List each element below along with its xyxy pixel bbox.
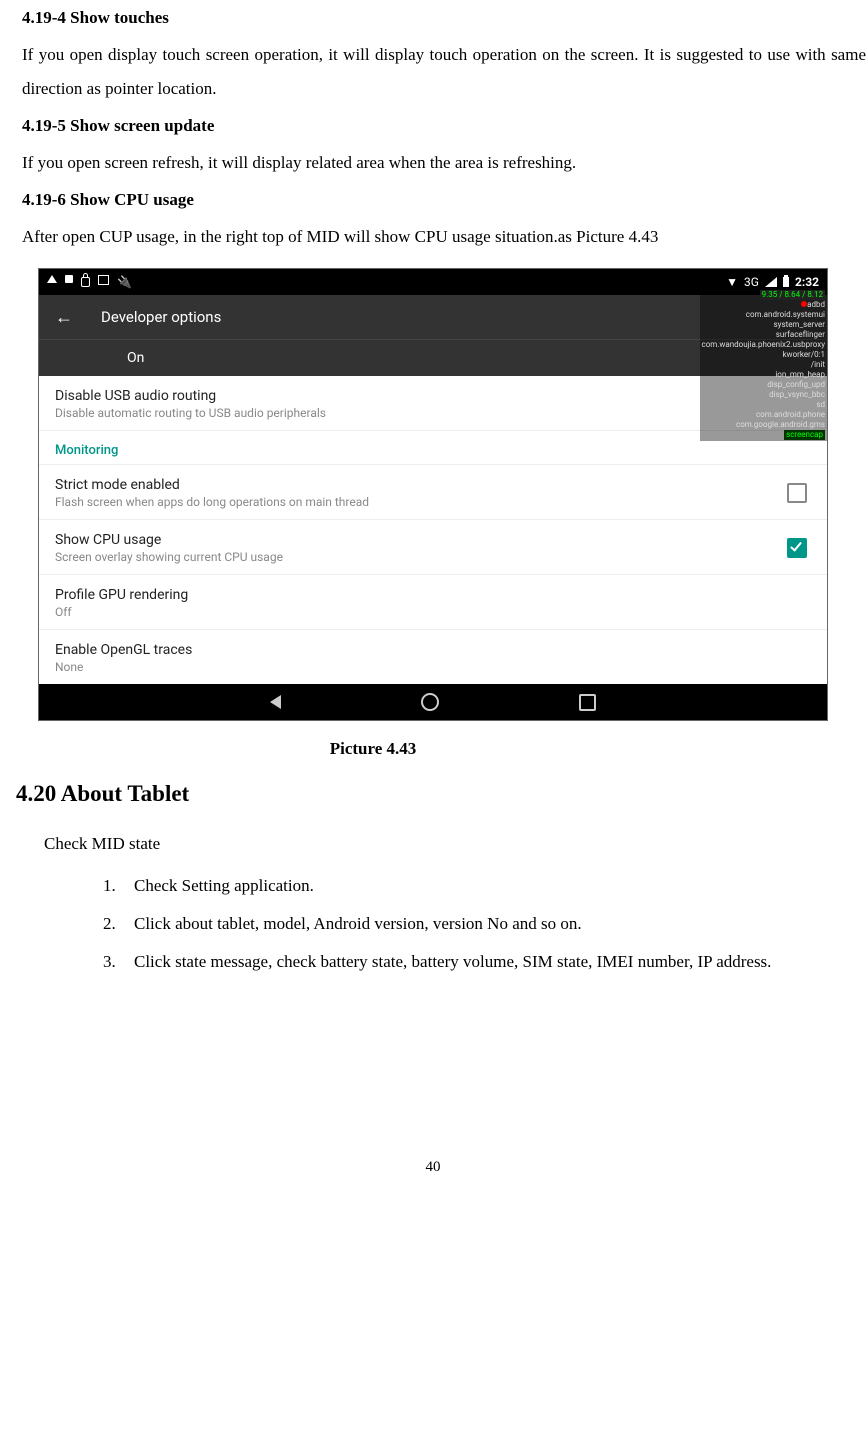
cpu-proc: com.android.systemui (702, 310, 826, 320)
cpu-proc: disp_config_upd (702, 380, 826, 390)
battery-icon (783, 277, 789, 287)
setting-sub: Disable automatic routing to USB audio p… (55, 406, 811, 420)
signal-icon (765, 277, 777, 287)
cpu-proc: sd (702, 400, 826, 410)
figure-caption: Picture 4.43 (0, 739, 866, 759)
setting-sub: Off (55, 605, 811, 619)
cpu-proc: com.wandoujia.phoenix2.usbproxy (702, 340, 826, 350)
ordered-list-4-20: Check Setting application. Click about t… (80, 869, 866, 979)
page-number: 40 (0, 1159, 866, 1206)
setting-title: Show CPU usage (55, 532, 787, 548)
lead-4-20: Check MID state (22, 827, 866, 861)
cpu-overlay-load: 9.35 / 8.64 / 8.12 (760, 290, 825, 300)
back-icon[interactable]: ← (55, 307, 73, 328)
notif-icon (47, 275, 57, 283)
usb-icon: 🔌 (117, 275, 132, 289)
heading-4-20: 4.20 About Tablet (16, 781, 866, 807)
lock-icon (81, 277, 90, 287)
appbar-title: Developer options (101, 308, 221, 326)
setting-title: Enable OpenGL traces (55, 642, 811, 658)
setting-sub: None (55, 660, 811, 674)
heading-4-19-5: 4.19-5 Show screen update (0, 116, 866, 136)
notif-icon (65, 275, 73, 283)
wifi-icon: ▼ (726, 275, 738, 289)
cpu-proc: /init (702, 360, 826, 370)
list-item: Check Setting application. (120, 869, 866, 903)
setting-title: Disable USB audio routing (55, 388, 811, 404)
setting-opengl-traces[interactable]: Enable OpenGL traces None (39, 630, 827, 684)
cpu-proc: adbd (807, 300, 825, 309)
cpu-proc: ion_mm_heap (702, 370, 826, 380)
para-4-19-4: If you open display touch screen operati… (0, 38, 866, 106)
cpu-proc: system_server (702, 320, 826, 330)
setting-strict-mode[interactable]: Strict mode enabled Flash screen when ap… (39, 465, 827, 520)
heading-4-19-6: 4.19-6 Show CPU usage (0, 190, 866, 210)
nav-home-icon[interactable] (421, 693, 439, 711)
cpu-proc: com.android.phone (702, 410, 826, 420)
list-item: Click state message, check battery state… (120, 945, 866, 979)
para-4-19-6: After open CUP usage, in the right top o… (0, 220, 866, 254)
setting-title: Strict mode enabled (55, 477, 787, 493)
cpu-proc: screencap (784, 430, 825, 440)
cpu-proc: surfaceflinger (702, 330, 826, 340)
setting-profile-gpu[interactable]: Profile GPU rendering Off (39, 575, 827, 630)
setting-title: Profile GPU rendering (55, 587, 811, 603)
para-4-19-4-text: If you open display touch screen operati… (22, 45, 866, 98)
navbar (39, 684, 827, 720)
cpu-proc: kworker/0:1 (702, 350, 826, 360)
heading-4-19-4: 4.19-4 Show touches (0, 8, 866, 28)
notif-icon (98, 275, 109, 285)
screenshot-figure: 🔌 ▼ 3G 2:32 9.35 / 8.64 / 8.12 adbd com.… (38, 268, 828, 721)
para-4-19-5: If you open screen refresh, it will disp… (0, 146, 866, 180)
nav-back-icon[interactable] (270, 695, 281, 709)
cpu-overlay: 9.35 / 8.64 / 8.12 adbd com.android.syst… (700, 289, 828, 441)
clock-label: 2:32 (795, 275, 819, 289)
nav-recent-icon[interactable] (579, 694, 596, 711)
cpu-proc: disp_vsync_bbc (702, 390, 826, 400)
setting-show-cpu[interactable]: Show CPU usage Screen overlay showing cu… (39, 520, 827, 575)
setting-sub: Flash screen when apps do long operation… (55, 495, 787, 509)
checkbox-checked-icon[interactable] (787, 538, 807, 558)
cpu-proc: com.google.android.gms (702, 420, 826, 430)
network-label: 3G (744, 275, 759, 289)
setting-sub: Screen overlay showing current CPU usage (55, 550, 787, 564)
checkbox-unchecked-icon[interactable] (787, 483, 807, 503)
list-item: Click about tablet, model, Android versi… (120, 907, 866, 941)
